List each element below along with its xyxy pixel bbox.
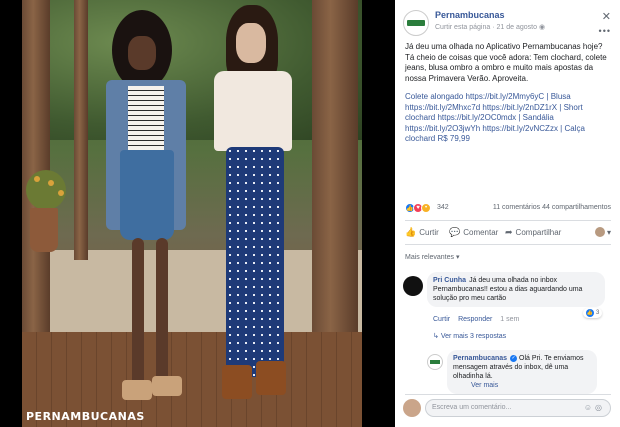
page-avatar[interactable] [403, 10, 429, 36]
like-button-label: Curtir [419, 228, 439, 237]
view-more-replies-link[interactable]: ↳ Ver mais 3 respostas [433, 332, 506, 340]
comment-like-count[interactable]: 👍 3 [583, 308, 603, 318]
sort-label: Mais relevantes [405, 254, 455, 261]
photo-flower [34, 176, 40, 182]
photo-pillar [74, 0, 88, 260]
post-header: Pernambucanas Curtir esta página · 21 de… [403, 8, 613, 36]
comment-likes-value: 3 [596, 310, 600, 316]
photo-flower [58, 190, 64, 196]
comment: Pri Cunha Já deu uma olhada no inbox Pern… [403, 272, 615, 342]
wow-reaction-icon: • [421, 203, 431, 213]
comment-button[interactable]: 💬 Comentar [449, 227, 498, 238]
photo-pot [30, 208, 58, 252]
post-photo[interactable]: PERNAMBUCANAS [22, 0, 362, 427]
share-count[interactable]: 44 compartilhamentos [542, 204, 611, 211]
reaction-count[interactable]: 342 [437, 204, 449, 211]
avatar [594, 227, 605, 237]
comment-author[interactable]: Pri Cunha [433, 277, 466, 284]
comment-bubble: Pri Cunha Já deu uma olhada no inbox Pern… [427, 272, 605, 307]
camera-icon[interactable]: ◎ [595, 403, 605, 412]
comment-reply: Pernambucanas ✓ Olá Pri. Te enviamos mens… [427, 350, 615, 394]
page-name-link[interactable]: Pernambucanas [435, 10, 505, 20]
see-more-link[interactable]: Ver mais [471, 381, 591, 390]
page-avatar[interactable] [427, 354, 443, 370]
close-icon[interactable]: ✕ [602, 10, 611, 23]
comment-sort-dropdown[interactable]: Mais relevantes ▾ [405, 253, 460, 261]
brand-watermark: PERNAMBUCANAS [26, 410, 145, 423]
post-meta: Curtir esta página · 21 de agosto ◉ [435, 24, 546, 31]
comment-button-label: Comentar [463, 228, 499, 237]
model-right [202, 5, 312, 415]
post-as-selector[interactable]: ▾ [594, 227, 611, 237]
post-links[interactable]: Colete alongado https://bit.ly/2Mmy6yC |… [405, 92, 585, 143]
engagement-counts: 11 comentários 44 compartilhamentos [493, 204, 611, 211]
globe-icon: ◉ [538, 24, 546, 31]
comment-like-link[interactable]: Curtir [433, 316, 450, 323]
post-paragraph: Já deu uma olhada no Aplicativo Pernambu… [405, 42, 607, 83]
post-text: Já deu uma olhada no Aplicativo Pernambu… [405, 42, 611, 153]
like-page-link[interactable]: Curtir esta página [435, 24, 490, 31]
emoji-icon[interactable]: ☺ [584, 403, 595, 412]
replies-label: Ver mais 3 respostas [440, 333, 507, 340]
share-button-label: Compartilhar [515, 228, 562, 237]
share-button[interactable]: ➦ Compartilhar [505, 227, 561, 238]
post-actions: 👍 Curtir 💬 Comentar ➦ Compartilhar ▾ [405, 224, 611, 242]
comment-author[interactable]: Pernambucanas [453, 355, 507, 362]
comment-reply-link[interactable]: Responder [458, 316, 492, 323]
chevron-down-icon: ▾ [606, 227, 611, 237]
reaction-icons[interactable]: 👍 ♥ • [405, 203, 431, 213]
more-options-icon[interactable]: ••• [599, 26, 611, 36]
post-panel: Pernambucanas Curtir esta página · 21 de… [395, 0, 620, 427]
speech-bubble-icon: 💬 [449, 227, 461, 237]
post-date[interactable]: 21 de agosto [497, 24, 537, 31]
verified-badge-icon: ✓ [510, 354, 518, 362]
thumbs-up-icon: 👍 [405, 227, 417, 237]
comment-actions: Curtir Responder 1 sem [433, 316, 525, 323]
divider [405, 244, 611, 245]
comment-composer: Escreva um comentário... ☺◎ [403, 397, 613, 419]
reactions-summary: 👍 ♥ • 342 11 comentários 44 compartilham… [405, 203, 611, 217]
avatar[interactable] [403, 276, 423, 296]
comment-bubble: Pernambucanas ✓ Olá Pri. Te enviamos mens… [447, 350, 597, 394]
avatar [403, 399, 421, 417]
divider [405, 394, 611, 395]
chevron-down-icon: ▾ [455, 254, 460, 261]
like-button[interactable]: 👍 Curtir [405, 227, 439, 238]
model-left [92, 10, 212, 420]
reply-arrow-icon: ↳ [433, 333, 441, 340]
like-reaction-icon: 👍 [586, 309, 594, 317]
comment-time[interactable]: 1 sem [500, 316, 519, 323]
photo-viewer: PERNAMBUCANAS [0, 0, 395, 427]
post-paragraph-links: Colete alongado https://bit.ly/2Mmy6yC |… [405, 92, 611, 145]
composer-icons: ☺◎ [584, 403, 605, 412]
photo-flower [48, 180, 54, 186]
comment-count[interactable]: 11 comentários [493, 204, 540, 211]
divider [405, 220, 611, 221]
share-arrow-icon: ➦ [505, 227, 513, 237]
